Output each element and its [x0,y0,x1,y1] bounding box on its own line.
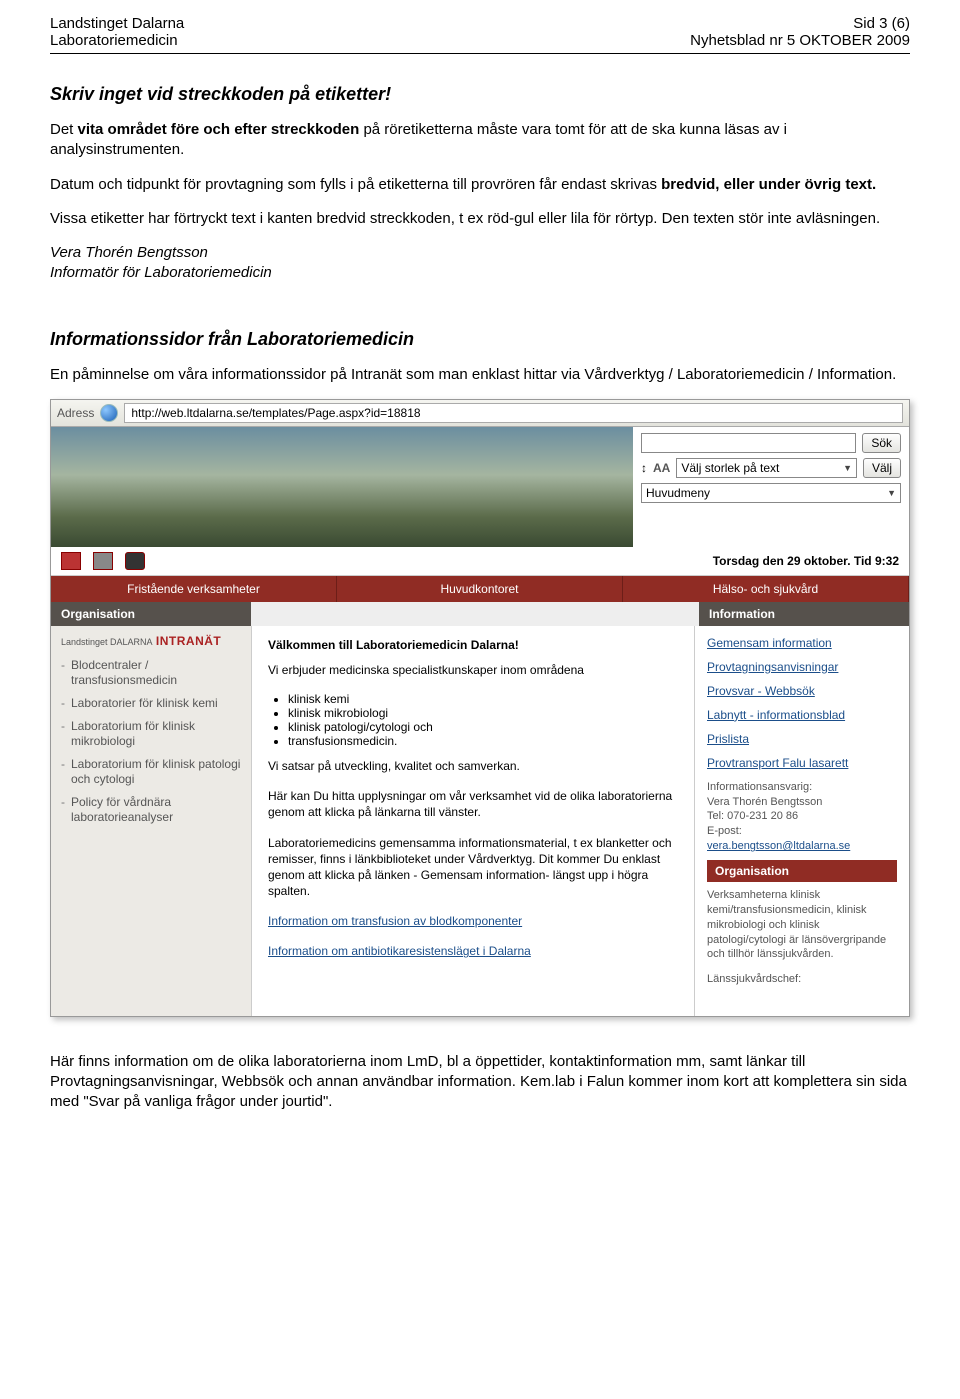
search-input[interactable] [641,433,856,453]
subheader-organisation: Organisation [51,602,251,626]
issue-line: Nyhetsblad nr 5 OKTOBER 2009 [690,32,910,49]
mid-p2: Vi satsar på utveckling, kvalitet och sa… [268,758,678,774]
speciality-list: klinisk kemi klinisk mikrobiologi klinis… [288,692,678,748]
chevron-down-icon: ▼ [887,488,896,498]
sidebar-list: Blodcentraler / transfusionsmedicin Labo… [61,654,241,829]
org-heading: Organisation [707,860,897,882]
textsize-button[interactable]: Välj [863,458,901,478]
footer-paragraph: Här finns information om de olika labora… [50,1052,910,1113]
org-text: Verksamheterna klinisk kemi/transfusions… [707,888,897,962]
content-columns: Landstinget DALARNA INTRANÄT Blodcentral… [51,626,909,1016]
url-field[interactable]: http://web.ltdalarna.se/templates/Page.a… [124,403,903,423]
intranet-screenshot: Adress http://web.ltdalarna.se/templates… [50,399,910,1017]
list-item: klinisk mikrobiologi [288,706,678,720]
search-button[interactable]: Sök [862,433,901,453]
datetime: Torsdag den 29 oktober. Tid 9:32 [713,554,899,568]
tab-halso[interactable]: Hälso- och sjukvård [623,576,909,602]
phone-icon[interactable] [125,552,145,570]
info-responsible: Informationsansvarig: Vera Thorén Bengts… [707,780,897,854]
info-link[interactable]: Provtransport Falu lasarett [707,756,897,770]
mid-p4: Laboratoriemedicins gemensamma informati… [268,835,678,900]
info-link[interactable]: Labnytt - informationsblad [707,708,897,722]
info-link[interactable]: Gemensam information [707,636,897,650]
section1-p3: Vissa etiketter har förtryckt text i kan… [50,209,910,229]
chef-label: Länssjukvårdschef: [707,972,897,987]
list-item: transfusionsmedicin. [288,734,678,748]
info-link[interactable]: Prislista [707,732,897,746]
info-link[interactable]: Provsvar - Webbsök [707,684,897,698]
section2-p1: En påminnelse om våra informationssidor … [50,365,910,385]
list-item: klinisk kemi [288,692,678,706]
sidebar-item[interactable]: Laboratorium för klinisk mikrobiologi [61,715,241,753]
signature: Vera Thorén Bengtsson Informatör för Lab… [50,243,910,284]
left-sidebar: Landstinget DALARNA INTRANÄT Blodcentral… [51,626,252,1016]
section1-p2: Datum och tidpunkt för provtagning som f… [50,175,910,195]
document-page: Landstinget Dalarna Laboratoriemedicin S… [0,0,960,1167]
sidebar-item[interactable]: Laboratorium för klinisk patologi och cy… [61,753,241,791]
link-transfusion[interactable]: Information om transfusion av blodkompon… [268,914,522,928]
mid-p1: Vi erbjuder medicinska specialistkunskap… [268,662,678,678]
info-link[interactable]: Provtagningsanvisningar [707,660,897,674]
address-label: Adress [57,406,94,420]
resize-icon: ↕ [641,461,647,475]
list-item: klinisk patologi/cytologi och [288,720,678,734]
sub-headers: Organisation Information [51,602,909,626]
address-bar: Adress http://web.ltdalarna.se/templates… [51,400,909,427]
chevron-down-icon: ▼ [843,463,852,473]
hero-controls: Sök ↕ AA Välj storlek på text▼ Välj Huvu… [633,427,909,547]
section2-title: Informationssidor från Laboratoriemedici… [50,329,910,350]
document-header: Landstinget Dalarna Laboratoriemedicin S… [50,15,910,54]
welcome-heading: Välkommen till Laboratoriemedicin Dalarn… [268,638,678,652]
link-antibiotika[interactable]: Information om antibiotikaresistensläget… [268,944,531,958]
main-content: Välkommen till Laboratoriemedicin Dalarn… [252,626,694,1016]
sidebar-item[interactable]: Policy för vårdnära laboratorieanalyser [61,791,241,829]
textsize-select[interactable]: Välj storlek på text▼ [676,458,857,478]
right-sidebar: Gemensam information Provtagningsanvisni… [694,626,909,1016]
page-number: Sid 3 (6) [853,15,910,32]
hero-banner: Sök ↕ AA Välj storlek på text▼ Välj Huvu… [51,427,909,547]
intranet-logo: Landstinget DALARNA INTRANÄT [61,634,241,648]
tab-fristaende[interactable]: Fristående verksamheter [51,576,337,602]
mainmenu-select[interactable]: Huvudmeny▼ [641,483,901,503]
print-icon[interactable] [93,552,113,570]
sidebar-item[interactable]: Blodcentraler / transfusionsmedicin [61,654,241,692]
tab-huvudkontoret[interactable]: Huvudkontoret [337,576,623,602]
dept-name: Laboratoriemedicin [50,32,184,49]
section1-title: Skriv inget vid streckkoden på etiketter… [50,84,910,105]
home-icon[interactable] [61,552,81,570]
org-name: Landstinget Dalarna [50,15,184,32]
sidebar-item[interactable]: Laboratorier för klinisk kemi [61,692,241,715]
email-link[interactable]: vera.bengtsson@ltdalarna.se [707,840,850,852]
globe-icon [100,404,118,422]
textsize-icon: AA [653,461,670,475]
mid-p3: Här kan Du hitta upplysningar om vår ver… [268,788,678,820]
section1-p1: Det vita området före och efter streckko… [50,120,910,161]
toolbar-row: Torsdag den 29 oktober. Tid 9:32 [51,547,909,576]
subheader-information: Information [699,602,909,626]
main-tabs: Fristående verksamheter Huvudkontoret Hä… [51,576,909,602]
